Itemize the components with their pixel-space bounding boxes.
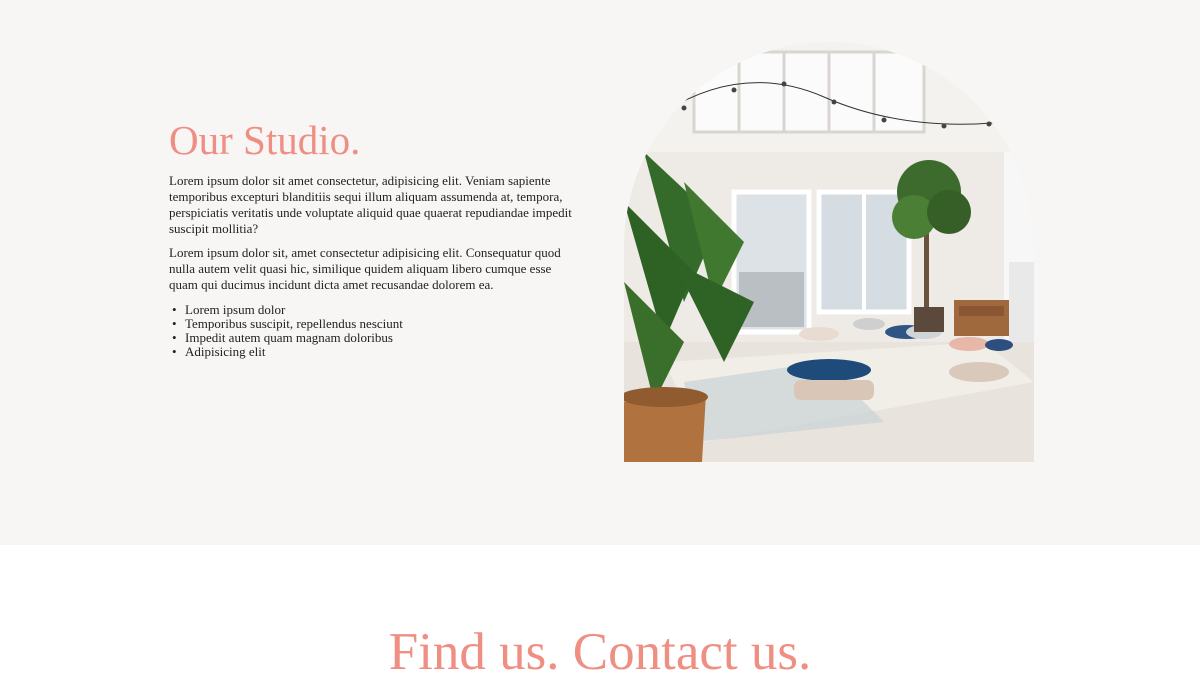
studio-text-block: Our Studio. Lorem ipsum dolor sit amet c…: [169, 116, 579, 359]
studio-paragraph-1: Lorem ipsum dolor sit amet consectetur, …: [169, 173, 572, 237]
studio-photo: [624, 42, 1034, 462]
list-item: Adipisicing elit: [169, 345, 579, 360]
contact-section: Find us. Contact us.: [0, 545, 1200, 686]
list-item: Impedit autem quam magnam doloribus: [169, 331, 579, 346]
list-item: Lorem ipsum dolor: [169, 303, 579, 318]
contact-title: Find us. Contact us.: [388, 623, 812, 681]
list-item: Temporibus suscipit, repellendus nesciun…: [169, 317, 579, 332]
studio-feature-list: Lorem ipsum dolor Temporibus suscipit, r…: [169, 303, 579, 360]
studio-paragraph-2: Lorem ipsum dolor sit, amet consectetur …: [169, 245, 561, 293]
studio-title: Our Studio.: [169, 117, 361, 163]
studio-section: Our Studio. Lorem ipsum dolor sit amet c…: [0, 0, 1200, 545]
studio-photo-illustration: [624, 42, 1034, 462]
